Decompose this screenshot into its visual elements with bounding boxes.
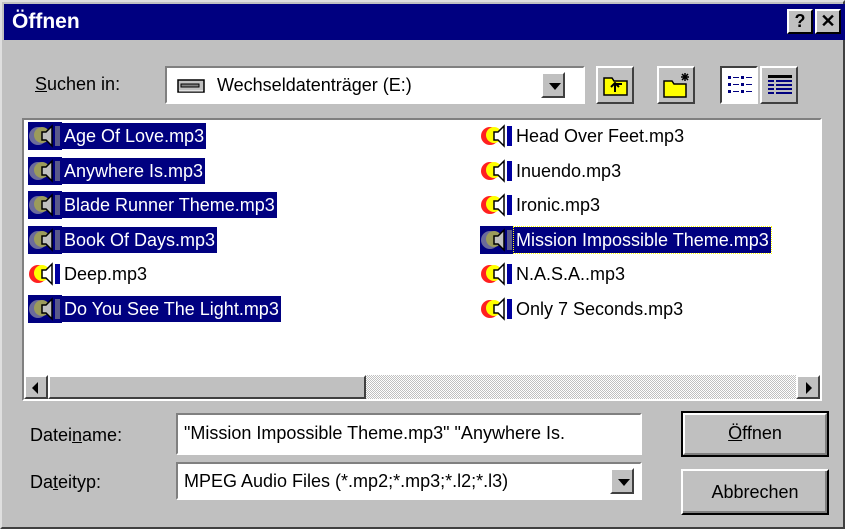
chevron-down-icon <box>618 479 630 486</box>
mp3-icon <box>480 295 514 323</box>
scroll-right-button[interactable] <box>796 375 820 399</box>
open-accel: Ö <box>728 423 743 443</box>
file-name: Only 7 Seconds.mp3 <box>516 299 684 319</box>
lookin-label-text: uchen in: <box>47 74 121 94</box>
open-label-text: ffnen <box>742 423 782 443</box>
mp3-icon <box>28 260 62 288</box>
horizontal-scrollbar[interactable] <box>24 375 820 399</box>
mp3-icon <box>480 157 514 185</box>
file-name: Mission Impossible Theme.mp3 <box>513 225 772 254</box>
file-item[interactable]: Do You See The Light.mp3 <box>28 295 281 323</box>
filename-label-pre: Datei <box>30 425 73 445</box>
file-name: Anywhere Is.mp3 <box>62 157 206 184</box>
close-icon: ✕ <box>820 11 836 31</box>
filetype-label-pre: Da <box>30 472 54 492</box>
close-button[interactable]: ✕ <box>815 9 841 34</box>
cancel-button[interactable]: Abbrechen <box>681 469 829 515</box>
file-name: Age Of Love.mp3 <box>62 123 207 149</box>
details-view-icon <box>768 75 792 100</box>
window-title: Öffnen <box>12 10 80 33</box>
file-item[interactable]: Only 7 Seconds.mp3 <box>480 295 685 323</box>
chevron-down-icon <box>549 83 561 90</box>
file-name: Head Over Feet.mp3 <box>516 126 685 146</box>
filetype-combo[interactable]: MPEG Audio Files (*.mp2;*.mp3;*.l2;*.l3) <box>176 462 642 500</box>
mp3-icon <box>480 122 514 150</box>
lookin-value: Wechseldatenträger (E:) <box>217 75 412 95</box>
filetype-label: Dateityp: <box>30 472 101 493</box>
new-folder-icon <box>663 72 691 103</box>
file-name: Inuendo.mp3 <box>516 160 622 181</box>
arrow-left-icon <box>32 382 38 394</box>
lookin-dropdown-button[interactable] <box>541 72 565 98</box>
file-list[interactable]: Age Of Love.mp3 Anywhere Is.mp3 Blade Runn… <box>22 118 822 401</box>
mp3-selected-icon <box>28 225 62 254</box>
file-name: Ironic.mp3 <box>516 195 601 216</box>
scroll-thumb[interactable] <box>48 375 366 399</box>
list-view-button[interactable] <box>720 66 758 104</box>
dialog-window: Öffnen ? ✕ Suchen in: Wechseldatenträger… <box>0 0 845 529</box>
help-button[interactable]: ? <box>787 9 813 34</box>
open-button-label: Öffnen <box>683 423 827 444</box>
filename-label: Dateiname: <box>30 425 122 446</box>
file-name: Blade Runner Theme.mp3 <box>62 192 277 219</box>
lookin-combo[interactable]: Wechseldatenträger (E:) <box>165 66 585 104</box>
file-item[interactable]: Blade Runner Theme.mp3 <box>28 191 277 220</box>
filetype-value: MPEG Audio Files (*.mp2;*.mp3;*.l2;*.l3) <box>184 471 509 491</box>
file-item[interactable]: Book Of Days.mp3 <box>28 225 218 254</box>
file-item[interactable]: Anywhere Is.mp3 <box>28 156 206 185</box>
mp3-selected-icon <box>28 156 62 185</box>
filetype-dropdown-button[interactable] <box>610 468 634 494</box>
file-name: Book Of Days.mp3 <box>62 226 218 253</box>
open-button[interactable]: Öffnen <box>681 411 829 457</box>
file-item[interactable]: N.A.S.A..mp3 <box>480 260 627 288</box>
lookin-label: Suchen in: <box>35 74 120 95</box>
scroll-left-button[interactable] <box>24 375 48 399</box>
filename-input[interactable]: "Mission Impossible Theme.mp3" "Anywhere… <box>176 413 642 455</box>
filetype-label-text: eityp: <box>58 472 102 492</box>
lookin-accel: S <box>35 74 48 94</box>
details-view-button[interactable] <box>760 66 798 104</box>
folder-up-icon <box>603 74 629 101</box>
filename-label-text: ame: <box>82 425 123 445</box>
arrow-right-icon <box>806 382 812 394</box>
file-name: N.A.S.A..mp3 <box>516 264 626 285</box>
help-icon: ? <box>794 11 806 31</box>
new-folder-button[interactable] <box>657 66 695 104</box>
mp3-selected-icon <box>28 122 62 150</box>
mp3-selected-icon <box>28 295 62 323</box>
up-one-level-button[interactable] <box>596 66 634 104</box>
title-bar[interactable]: Öffnen ? ✕ <box>4 4 845 40</box>
file-item[interactable]: Mission Impossible Theme.mp3 <box>480 225 772 254</box>
file-name: Deep.mp3 <box>64 264 148 285</box>
file-item[interactable]: Head Over Feet.mp3 <box>480 122 686 150</box>
cancel-button-label: Abbrechen <box>711 482 799 502</box>
filename-value: "Mission Impossible Theme.mp3" "Anywhere… <box>184 423 565 443</box>
drive-icon <box>177 78 205 99</box>
file-item[interactable]: Ironic.mp3 <box>480 191 602 219</box>
file-item[interactable]: Deep.mp3 <box>28 260 149 288</box>
mp3-icon <box>480 191 514 219</box>
mp3-selected-icon <box>480 225 514 254</box>
file-item[interactable]: Age Of Love.mp3 <box>28 122 207 150</box>
file-item[interactable]: Inuendo.mp3 <box>480 157 623 185</box>
mp3-icon <box>480 260 514 288</box>
mp3-selected-icon <box>28 191 62 220</box>
filename-accel: n <box>72 425 83 445</box>
file-name: Do You See The Light.mp3 <box>62 296 281 322</box>
list-view-icon <box>728 75 752 100</box>
